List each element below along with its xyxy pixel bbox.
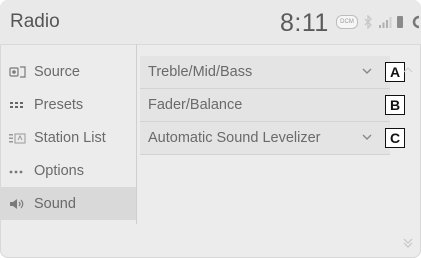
automatic-sound-levelizer-row[interactable]: Automatic Sound Levelizer: [140, 122, 390, 155]
double-chevron-down-icon[interactable]: [403, 238, 413, 248]
options-icon: [9, 170, 23, 173]
row-label: Automatic Sound Levelizer: [148, 130, 321, 146]
scrollbar[interactable]: [401, 58, 415, 248]
presets-icon: [10, 101, 23, 108]
source-icon: [9, 65, 26, 78]
treble-mid-bass-row[interactable]: Treble/Mid/Bass: [140, 56, 390, 89]
sidebar-item-station-list[interactable]: Station List: [0, 121, 136, 154]
signal-icon: [379, 17, 392, 28]
sidebar-item-presets[interactable]: Presets: [0, 88, 136, 121]
phone-battery-icon: [397, 16, 403, 28]
sidebar-item-label: Options: [34, 162, 84, 179]
sidebar-item-sound[interactable]: Sound: [0, 187, 136, 220]
sidebar-item-label: Sound: [34, 195, 76, 212]
sidebar: Source Presets Station List Options Soun…: [0, 55, 136, 220]
sidebar-item-label: Station List: [34, 129, 106, 146]
radio-screen: Radio 8:11 DCM Source Presets Station Li…: [0, 0, 421, 258]
sidebar-item-source[interactable]: Source: [0, 55, 136, 88]
sound-options-list: Treble/Mid/Bass Fader/Balance Automatic …: [140, 56, 390, 155]
fader-balance-row[interactable]: Fader/Balance: [140, 89, 390, 122]
bluetooth-icon: [364, 15, 372, 29]
row-label: Fader/Balance: [148, 97, 243, 113]
chevron-down-icon: [362, 68, 372, 74]
sidebar-item-options[interactable]: Options: [0, 154, 136, 187]
clock: 8:11: [280, 9, 329, 37]
page-title: Radio: [10, 11, 60, 32]
header-bar: Radio 8:11 DCM: [0, 0, 421, 45]
row-label: Treble/Mid/Bass: [148, 64, 253, 80]
chevron-up-icon[interactable]: [403, 66, 413, 74]
sidebar-item-label: Presets: [34, 96, 84, 113]
station-list-icon: [9, 133, 26, 143]
dcm-badge: DCM: [336, 15, 358, 29]
sidebar-item-label: Source: [34, 63, 80, 80]
chevron-down-icon: [362, 134, 372, 140]
speaker-icon: [10, 198, 24, 209]
partial-icon: [412, 15, 420, 29]
sidebar-divider: [136, 44, 137, 224]
